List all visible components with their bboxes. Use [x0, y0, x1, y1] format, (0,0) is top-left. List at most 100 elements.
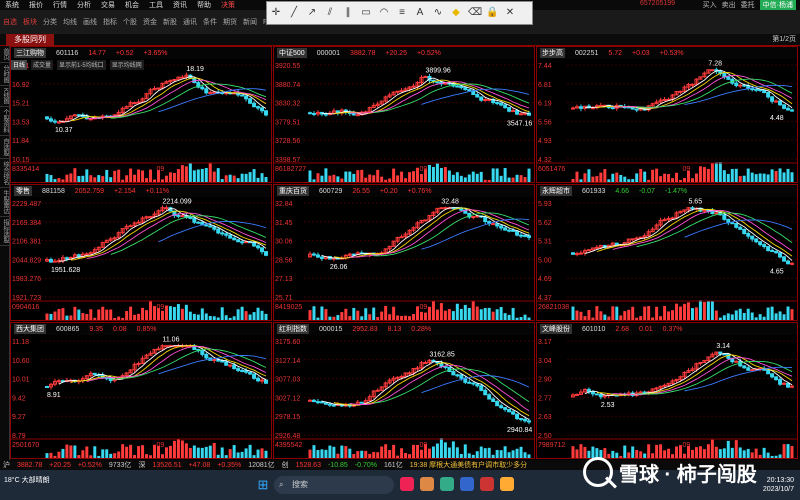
trade-button[interactable]: 中信·杨浦: [759, 0, 796, 10]
windows-start-icon[interactable]: ⊞: [256, 478, 270, 492]
toolbar-button[interactable]: 资金: [140, 17, 160, 27]
menu-item[interactable]: 交易: [96, 0, 120, 10]
control-indicator[interactable]: 成交量: [31, 60, 54, 70]
stock-price: 2052.759: [74, 187, 105, 195]
tab-multi-stock[interactable]: 多股同列: [6, 34, 54, 46]
stock-chart-panel[interactable]: 步步高 002251 5.72 +0.03 +0.53% 7.44 6.81 6.19 5.56…: [536, 46, 798, 183]
stock-chart-panel[interactable]: 中证500 000001 3882.78 +20.25 +0.52% 3920.55 388…: [273, 46, 535, 183]
trade-button[interactable]: 委托: [741, 0, 755, 10]
toolbar-button[interactable]: 画线: [80, 17, 100, 27]
toolbar-button[interactable]: 指标: [100, 17, 120, 27]
stock-chart-panel[interactable]: 文峰股份 601010 2.68 0.01 0.37% 3.17 3.04 2.90 2.77 2…: [536, 322, 798, 459]
toolbar-button[interactable]: 个股: [120, 17, 140, 27]
menu-item[interactable]: 系统: [0, 0, 24, 10]
kline-chart[interactable]: 3175.603127.143077.033027.122978.152926.…: [274, 335, 535, 459]
kline-chart[interactable]: 7.446.816.195.564.934.327.284.486051476 0…: [537, 59, 798, 183]
stock-chart-panel[interactable]: 永辉超市 601933 4.66 -0.07 -1.47% 5.93 5.62 5.31 5.0…: [536, 184, 798, 321]
stock-name[interactable]: 西大集团: [14, 324, 46, 334]
stock-chart-panel[interactable]: 西大集团 600865 9.35 0.08 0.85% 11.18 10.60 10.01 9.…: [10, 322, 272, 459]
app-icon[interactable]: [460, 477, 474, 491]
kline-chart[interactable]: 11.1810.6010.019.429.278.7911.068.912501…: [11, 335, 272, 459]
kline-chart[interactable]: 18.6116.9215.2113.5311.8410.1518.1910.37…: [11, 59, 272, 183]
lock-tool-icon[interactable]: 🔒: [486, 7, 498, 19]
sidebar-item[interactable]: 综合排名: [0, 159, 10, 189]
app-icon[interactable]: [400, 477, 414, 491]
kline-chart[interactable]: 3920.553880.743830.323779.513728.563398.…: [274, 59, 535, 183]
kline-chart[interactable]: 32.8431.4530.0628.5627.1325.7132.4826.06…: [274, 197, 535, 321]
toolbar-button[interactable]: 新股: [160, 17, 180, 27]
stock-name[interactable]: 步步高: [540, 48, 565, 58]
fib-tool-icon[interactable]: ≡: [396, 7, 408, 19]
stock-change-pct: 0.37%: [662, 325, 683, 333]
toolbar-button[interactable]: 条件: [200, 17, 220, 27]
eraser-tool-icon[interactable]: ⌫: [468, 7, 482, 19]
sidebar-item[interactable]: 分时图: [0, 63, 10, 86]
menu-item[interactable]: 资讯: [168, 0, 192, 10]
menu-item[interactable]: 报价: [24, 0, 48, 10]
news-ticker[interactable]: 19:38 摩根大通美债有户调市取少多分: [410, 460, 527, 470]
toolbar-button[interactable]: 通讯: [180, 17, 200, 27]
sidebar-item[interactable]: 指标选股: [0, 217, 10, 247]
taskbar-search[interactable]: ⌕ 搜索: [274, 476, 394, 494]
sidebar-item[interactable]: 个股资料: [0, 107, 10, 137]
sidebar-item[interactable]: K线图: [0, 86, 10, 108]
toolbar-button[interactable]: 新闻: [240, 17, 260, 27]
stock-name[interactable]: 文峰股份: [540, 324, 572, 334]
marker-tool-icon[interactable]: ◆: [450, 7, 462, 19]
rect-tool-icon[interactable]: ▭: [360, 7, 372, 19]
toolbar-button[interactable]: 自选: [0, 17, 20, 27]
sidebar-item[interactable]: 自选股: [0, 136, 10, 160]
app-icon[interactable]: [440, 477, 454, 491]
kline-chart[interactable]: 5.935.625.315.004.694.375.654.6526821038…: [537, 197, 798, 321]
tab-row: 多股同列 第1/2页: [0, 34, 800, 46]
cross-tool-icon[interactable]: ✛: [270, 7, 282, 19]
line-tool-icon[interactable]: ╱: [288, 7, 300, 19]
arc-tool-icon[interactable]: ◠: [378, 7, 390, 19]
stock-name[interactable]: 重庆百货: [277, 186, 309, 196]
menu-item[interactable]: 决策: [216, 0, 240, 10]
menu-item[interactable]: 工具: [144, 0, 168, 10]
menu-item[interactable]: 行情: [48, 0, 72, 10]
y-tick-label: 13.53: [12, 119, 30, 126]
volume-bar: [499, 175, 503, 182]
sidebar-item[interactable]: 牛股雷达: [0, 188, 10, 218]
trade-button[interactable]: 卖出: [722, 0, 736, 10]
control-period[interactable]: 日线: [11, 60, 28, 70]
channel-tool-icon[interactable]: ∥: [342, 7, 354, 19]
kline-chart[interactable]: 2229.487 2169.384 2106.381 2044.829 1983.276…: [11, 197, 272, 321]
text-tool-icon[interactable]: A: [414, 7, 426, 19]
stock-name[interactable]: 红利指数: [277, 324, 309, 334]
trade-button[interactable]: 买入: [703, 0, 717, 10]
stock-chart-panel[interactable]: 零售 881158 2052.759 +2.154 +0.11% 2229.487 2169…: [10, 184, 272, 321]
parallel-tool-icon[interactable]: ⫽: [324, 7, 336, 19]
control-opt1[interactable]: 显示前1-5均线口: [57, 60, 106, 70]
stock-chart-panel[interactable]: 重庆百货 600729 26.55 +0.20 +0.76% 32.84 31.45 30.0…: [273, 184, 535, 321]
weather-widget[interactable]: 18°C 大部晴朗: [4, 476, 50, 485]
toolbar-button[interactable]: 均线: [60, 17, 80, 27]
wave-tool-icon[interactable]: ∿: [432, 7, 444, 19]
toolbar-button[interactable]: 板块: [20, 17, 40, 27]
toolbar-button[interactable]: 分类: [40, 17, 60, 27]
sidebar-item[interactable]: 首页: [0, 46, 10, 63]
stock-name[interactable]: 零售: [14, 186, 32, 196]
volume-bar: [412, 171, 416, 182]
close-icon[interactable]: ✕: [504, 7, 516, 19]
stock-chart-panel[interactable]: 红利指数 000015 2952.83 8.13 0.28% 3175.60 3127.14…: [273, 322, 535, 459]
app-icon[interactable]: [480, 477, 494, 491]
app-icon[interactable]: [420, 477, 434, 491]
control-opt2[interactable]: 显示均线网: [109, 60, 144, 70]
menu-item[interactable]: 机会: [120, 0, 144, 10]
menu-item[interactable]: 帮助: [192, 0, 216, 10]
candle-body: [204, 88, 209, 94]
stock-name[interactable]: 中证500: [277, 48, 307, 58]
kline-chart[interactable]: 3.173.042.902.772.632.503.142.537989712 0…: [537, 335, 798, 459]
volume-bar: [722, 315, 726, 320]
stock-name[interactable]: 永辉超市: [540, 186, 572, 196]
stock-chart-panel[interactable]: 三江购物 601116 14.77 +0.52 +3.65% 日线 成交量 显示前1-5均线口…: [10, 46, 272, 183]
ray-tool-icon[interactable]: ↗: [306, 7, 318, 19]
menu-item[interactable]: 分析: [72, 0, 96, 10]
toolbar-button[interactable]: 期货: [220, 17, 240, 27]
stock-name[interactable]: 三江购物: [14, 48, 46, 58]
app-icon[interactable]: [500, 477, 514, 491]
stock-change: +0.52: [115, 49, 134, 57]
